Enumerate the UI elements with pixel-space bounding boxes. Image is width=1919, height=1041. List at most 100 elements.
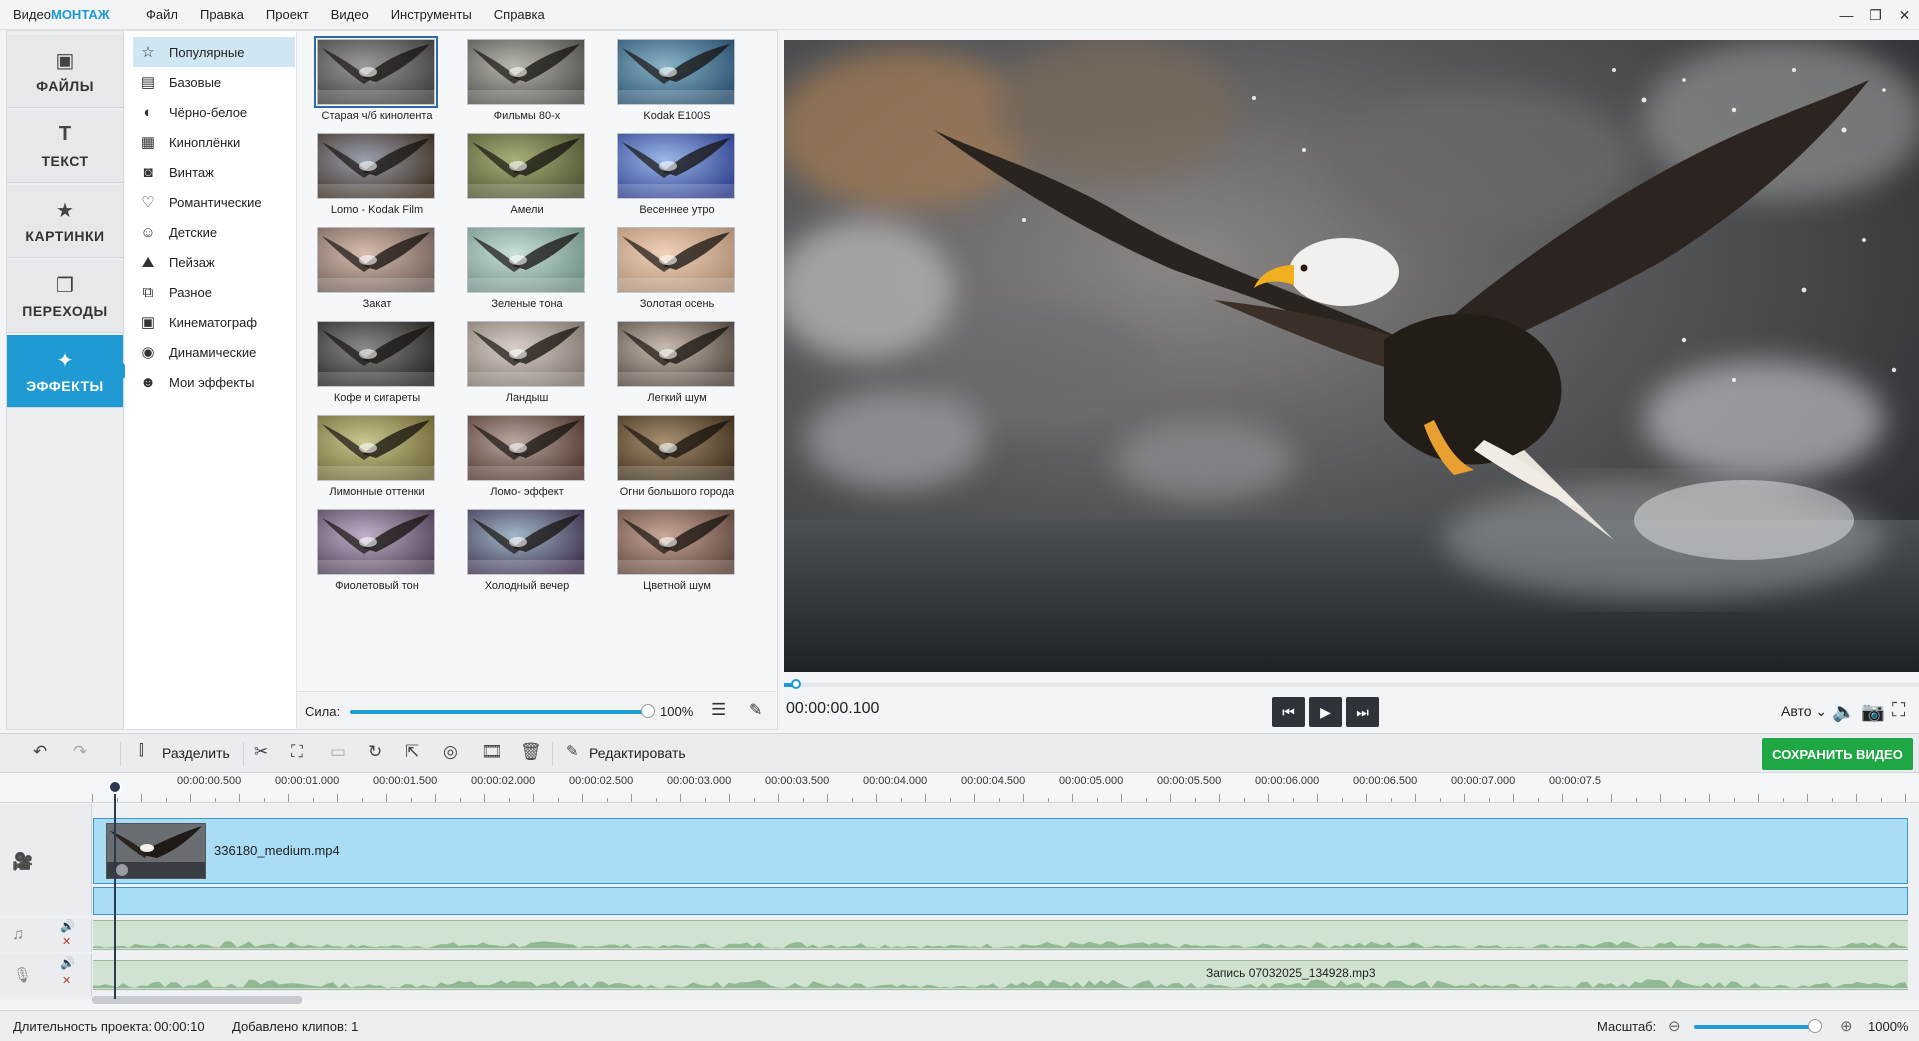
effect-tile[interactable]: Ломо- эффект	[457, 411, 597, 503]
timeline-ruler[interactable]: 00:00:00.500 00:00:01.000 00:00:01.500 00:0…	[0, 773, 1919, 803]
restore-icon[interactable]: ❐	[1861, 0, 1890, 30]
zoom-slider-knob[interactable]	[1808, 1019, 1822, 1033]
effect-tile[interactable]: Ландыш	[457, 317, 597, 409]
effect-tile[interactable]: Фиолетовый тон	[307, 505, 447, 597]
adjust-settings-icon[interactable]: ☰	[711, 700, 726, 720]
category-vintage[interactable]: ◙ Винтаж	[133, 157, 295, 187]
effect-tile[interactable]: Закат	[307, 223, 447, 315]
mask-icon[interactable]: ▭	[330, 742, 346, 762]
category-dynamic[interactable]: ◉ Динамические	[133, 337, 295, 367]
menu-project[interactable]: Проект	[255, 0, 320, 30]
save-video-button[interactable]: СОХРАНИТЬ ВИДЕО	[1762, 738, 1913, 770]
zoom-out-icon[interactable]: ⊖	[1668, 1017, 1681, 1035]
effect-name: Весеннее утро	[639, 204, 715, 216]
tab-transitions[interactable]: ❐ ПЕРЕХОДЫ	[7, 260, 123, 333]
quality-dropdown[interactable]: Авто ⌄	[1781, 703, 1827, 720]
effect-tile[interactable]: Фильмы 80-х	[457, 35, 597, 127]
menu-edit[interactable]: Правка	[189, 0, 255, 30]
category-misc[interactable]: ⧉ Разное	[133, 277, 295, 307]
category-bw[interactable]: ◐ Чёрно-белое	[133, 97, 295, 127]
effect-tile[interactable]: Огни большого города	[607, 411, 747, 503]
effect-thumbnail	[317, 415, 436, 482]
tab-pictures[interactable]: ★ КАРТИНКИ	[7, 185, 123, 258]
effect-tile[interactable]: Старая ч/б кинолента	[307, 35, 447, 127]
ruler-tick	[704, 798, 706, 802]
film-icon: ▦	[140, 134, 156, 151]
mute-icon[interactable]: ✕	[62, 974, 71, 987]
menu-video[interactable]: Видео	[320, 0, 380, 30]
strength-slider-track[interactable]	[350, 710, 648, 714]
menu-tools[interactable]: Инструменты	[380, 0, 483, 30]
category-popular[interactable]: ☆ Популярные	[133, 37, 295, 67]
effect-tile[interactable]: Lomo - Kodak Film	[307, 129, 447, 221]
split-button[interactable]: Разделить	[162, 745, 230, 761]
edit-button[interactable]: Редактировать	[589, 745, 686, 761]
effect-tile[interactable]: Зеленые тона	[457, 223, 597, 315]
fullscreen-icon[interactable]: ⛶	[1892, 700, 1905, 722]
category-landscape[interactable]: ⛰ Пейзаж	[133, 247, 295, 277]
effect-tile[interactable]: Золотая осень	[607, 223, 747, 315]
video-clip[interactable]: 336180_medium.mp4	[93, 818, 1908, 884]
effect-tile[interactable]: Весеннее утро	[607, 129, 747, 221]
effect-tile[interactable]: Амели	[457, 129, 597, 221]
ruler-tick	[1537, 798, 1539, 802]
rotate-icon[interactable]: ↻	[368, 742, 382, 762]
resize-icon[interactable]: ⇱	[405, 742, 419, 762]
voice-clip[interactable]: Запись 07032025_134928.mp3	[93, 960, 1908, 990]
music-clip[interactable]	[93, 920, 1908, 950]
scissors-icon[interactable]: ✂	[254, 742, 268, 762]
edit-icon[interactable]: ✎	[566, 742, 579, 760]
menu-help[interactable]: Справка	[483, 0, 556, 30]
category-cinema[interactable]: ▣ Кинематограф	[133, 307, 295, 337]
next-frame-icon[interactable]: ⏭	[1346, 697, 1379, 727]
film-strip-icon[interactable]: 🎞	[481, 742, 503, 762]
playhead-handle[interactable]	[108, 780, 122, 794]
redo-icon[interactable]: ↷	[73, 742, 87, 762]
ruler-tick-label: 00:00:01.500	[373, 775, 438, 787]
ruler-tick	[949, 798, 951, 802]
split-icon[interactable]: ⫿	[139, 742, 144, 759]
menu-file[interactable]: Файл	[135, 0, 189, 30]
playhead-line[interactable]	[114, 781, 116, 999]
brush-icon[interactable]: ✎	[749, 700, 762, 720]
minimize-icon[interactable]: —	[1832, 0, 1861, 30]
previous-frame-icon[interactable]: ⏮	[1272, 697, 1305, 727]
effect-tile[interactable]: Цветной шум	[607, 505, 747, 597]
category-basic[interactable]: ▤ Базовые	[133, 67, 295, 97]
zoom-slider-track[interactable]	[1694, 1025, 1812, 1029]
seek-knob[interactable]	[791, 679, 802, 689]
tab-files[interactable]: ▣ ФАЙЛЫ	[7, 35, 123, 108]
effect-tile[interactable]: Холодный вечер	[457, 505, 597, 597]
undo-icon[interactable]: ↶	[33, 742, 47, 762]
close-icon[interactable]: ✕	[1890, 0, 1919, 30]
effect-tile[interactable]: Легкий шум	[607, 317, 747, 409]
category-romantic[interactable]: ♡ Романтические	[133, 187, 295, 217]
ruler-tick	[606, 798, 608, 802]
trash-icon[interactable]: 🗑	[520, 742, 542, 762]
category-film[interactable]: ▦ Киноплёнки	[133, 127, 295, 157]
category-my-effects[interactable]: ☻ Мои эффекты	[133, 367, 295, 397]
category-kids[interactable]: ☺ Детские	[133, 217, 295, 247]
crop-icon[interactable]: ⛶	[291, 742, 303, 762]
timeline-scrollbar[interactable]	[92, 996, 302, 1004]
volume-icon[interactable]: 🔈	[1832, 700, 1856, 724]
effect-category-list: ☆ Популярные ▤ Базовые ◐ Чёрно-белое ▦ Киноп…	[125, 30, 297, 730]
strength-slider-knob[interactable]	[641, 704, 655, 718]
effect-tile[interactable]: Кофе и сигареты	[307, 317, 447, 409]
mountain-icon: ⛰	[141, 253, 155, 271]
effect-name: Фильмы 80-х	[493, 110, 561, 122]
stabilize-icon[interactable]: ◎	[443, 742, 458, 762]
effect-tile[interactable]: Kodak E100S	[607, 35, 747, 127]
tab-text[interactable]: T ТЕКСТ	[7, 110, 123, 183]
snapshot-icon[interactable]: 📷	[1861, 700, 1885, 724]
video-clip-audio[interactable]	[93, 887, 1908, 915]
play-icon[interactable]: ▶	[1309, 697, 1342, 727]
seek-bar[interactable]	[784, 679, 1919, 689]
zoom-in-icon[interactable]: ⊕	[1840, 1017, 1853, 1035]
mute-icon[interactable]: ✕	[62, 935, 71, 948]
speaker-icon[interactable]: 🔊	[60, 956, 75, 970]
video-preview[interactable]	[784, 40, 1919, 672]
effect-tile[interactable]: Лимонные оттенки	[307, 411, 447, 503]
speaker-icon[interactable]: 🔊	[60, 919, 75, 933]
tab-effects[interactable]: ✦ ЭФФЕКТЫ	[7, 335, 131, 408]
